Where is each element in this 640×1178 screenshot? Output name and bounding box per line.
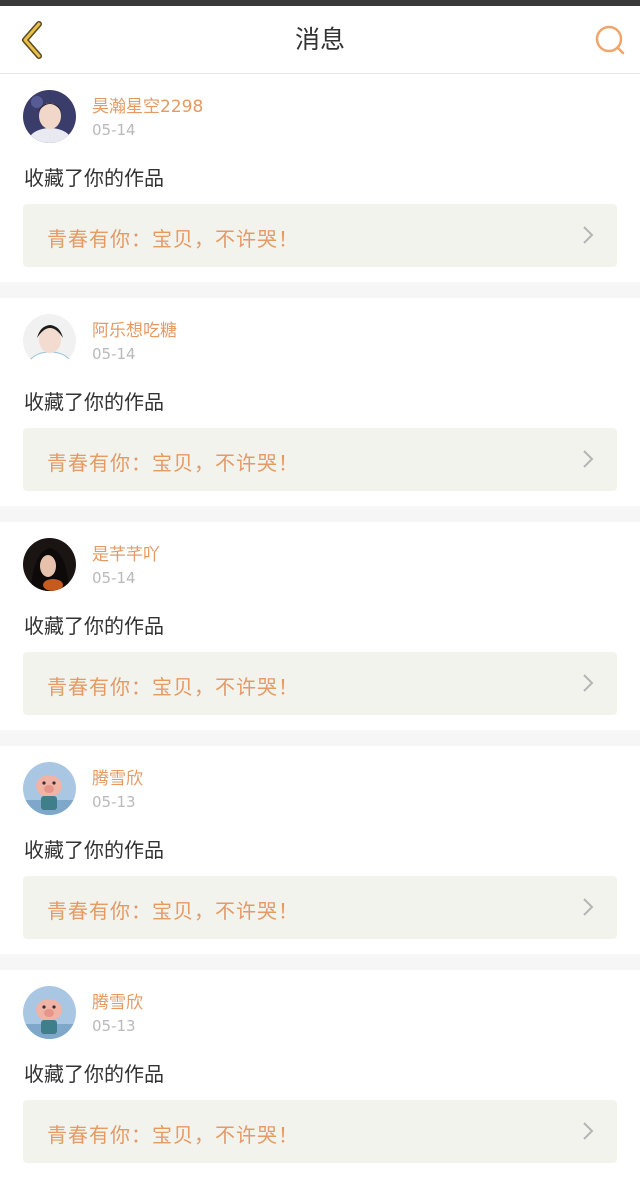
message-date: 05-14 — [92, 121, 136, 139]
chevron-right-icon — [583, 898, 594, 916]
message-card: 昊瀚星空2298 05-14 收藏了你的作品 青春有你：宝贝，不许哭！ — [0, 74, 640, 282]
avatar[interactable] — [23, 762, 76, 815]
action-text: 收藏了你的作品 — [24, 1062, 164, 1086]
message-date: 05-14 — [92, 345, 136, 363]
chevron-right-icon — [583, 450, 594, 468]
divider — [0, 954, 640, 970]
action-text: 收藏了你的作品 — [24, 838, 164, 862]
message-card: 腾雪欣 05-13 收藏了你的作品 青春有你：宝贝，不许哭！ — [0, 746, 640, 954]
message-card: 阿乐想吃糖 05-14 收藏了你的作品 青春有你：宝贝，不许哭！ — [0, 298, 640, 506]
work-link[interactable]: 青春有你：宝贝，不许哭！ — [23, 204, 617, 267]
work-title: 青春有你：宝贝，不许哭！ — [47, 451, 299, 475]
avatar[interactable] — [23, 986, 76, 1039]
username[interactable]: 阿乐想吃糖 — [92, 316, 177, 341]
username[interactable]: 腾雪欣 — [92, 988, 143, 1013]
chevron-left-icon — [22, 21, 42, 59]
work-link[interactable]: 青春有你：宝贝，不许哭！ — [23, 652, 617, 715]
avatar[interactable] — [23, 314, 76, 367]
chevron-right-icon — [583, 1122, 594, 1140]
username[interactable]: 是芊芊吖 — [92, 540, 160, 565]
search-button[interactable] — [588, 18, 632, 62]
message-date: 05-14 — [92, 569, 136, 587]
username[interactable]: 昊瀚星空2298 — [92, 92, 203, 117]
message-card: 腾雪欣 05-13 收藏了你的作品 青春有你：宝贝，不许哭！ — [0, 970, 640, 1178]
back-button[interactable] — [10, 18, 54, 62]
avatar[interactable] — [23, 90, 76, 143]
divider — [0, 506, 640, 522]
action-text: 收藏了你的作品 — [24, 614, 164, 638]
divider — [0, 730, 640, 746]
divider — [0, 282, 640, 298]
work-title: 青春有你：宝贝，不许哭！ — [47, 899, 299, 923]
message-date: 05-13 — [92, 793, 136, 811]
avatar[interactable] — [23, 538, 76, 591]
work-link[interactable]: 青春有你：宝贝，不许哭！ — [23, 876, 617, 939]
message-list: 昊瀚星空2298 05-14 收藏了你的作品 青春有你：宝贝，不许哭！ 阿乐想吃… — [0, 74, 640, 1178]
message-card: 是芊芊吖 05-14 收藏了你的作品 青春有你：宝贝，不许哭！ — [0, 522, 640, 730]
action-text: 收藏了你的作品 — [24, 390, 164, 414]
username[interactable]: 腾雪欣 — [92, 764, 143, 789]
work-title: 青春有你：宝贝，不许哭！ — [47, 1123, 299, 1147]
work-title: 青春有你：宝贝，不许哭！ — [47, 227, 299, 251]
top-nav-bar: 消息 — [0, 6, 640, 74]
work-link[interactable]: 青春有你：宝贝，不许哭！ — [23, 428, 617, 491]
search-icon — [595, 25, 625, 55]
work-link[interactable]: 青春有你：宝贝，不许哭！ — [23, 1100, 617, 1163]
action-text: 收藏了你的作品 — [24, 166, 164, 190]
chevron-right-icon — [583, 674, 594, 692]
chevron-right-icon — [583, 226, 594, 244]
work-title: 青春有你：宝贝，不许哭！ — [47, 675, 299, 699]
message-date: 05-13 — [92, 1017, 136, 1035]
page-title: 消息 — [294, 25, 345, 54]
